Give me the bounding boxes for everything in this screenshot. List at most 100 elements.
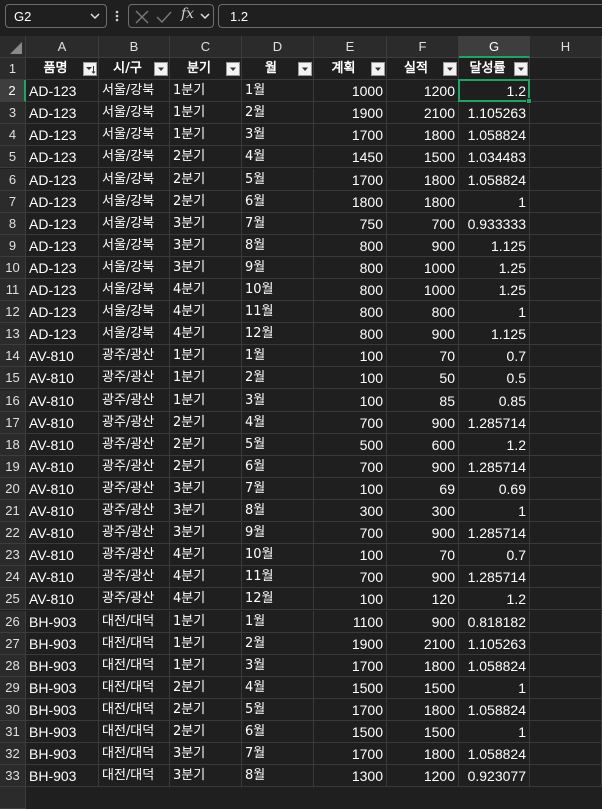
table-cell[interactable]: 1450 bbox=[314, 146, 387, 169]
table-cell[interactable]: 12월 bbox=[242, 323, 314, 346]
table-cell[interactable]: 광주/광산 bbox=[99, 544, 170, 567]
table-cell[interactable]: 800 bbox=[314, 323, 387, 346]
column-header-f[interactable]: F bbox=[387, 36, 459, 58]
table-cell[interactable]: 500 bbox=[314, 433, 387, 456]
table-cell[interactable]: 광주/광산 bbox=[99, 455, 170, 478]
table-cell[interactable]: 서울/강북 bbox=[99, 146, 170, 169]
table-cell[interactable]: 100 bbox=[314, 477, 387, 500]
table-cell[interactable]: 7월 bbox=[242, 743, 314, 766]
filter-dropdown-icon[interactable] bbox=[226, 62, 240, 76]
table-cell[interactable]: 0.7 bbox=[459, 345, 530, 368]
table-cell[interactable]: 서울/강북 bbox=[99, 323, 170, 346]
table-cell[interactable]: 8월 bbox=[242, 500, 314, 523]
table-cell[interactable]: 광주/광산 bbox=[99, 411, 170, 434]
table-cell[interactable]: 6월 bbox=[242, 455, 314, 478]
row-header-23[interactable]: 23 bbox=[0, 544, 26, 567]
table-cell[interactable]: 700 bbox=[314, 522, 387, 545]
table-cell[interactable]: 1 bbox=[459, 301, 530, 324]
table-cell[interactable]: BH-903 bbox=[26, 676, 99, 699]
table-cell[interactable]: 광주/광산 bbox=[99, 433, 170, 456]
table-cell[interactable]: 70 bbox=[387, 544, 459, 567]
table-cell[interactable]: 3분기 bbox=[170, 256, 242, 279]
table-cell[interactable]: 3월 bbox=[242, 389, 314, 412]
table-cell[interactable]: 서울/강북 bbox=[99, 256, 170, 279]
table-cell[interactable]: 서울/강북 bbox=[99, 301, 170, 324]
table-cell[interactable]: 서울/강북 bbox=[99, 124, 170, 147]
table-cell[interactable]: AV-810 bbox=[26, 500, 99, 523]
cancel-icon[interactable] bbox=[133, 8, 151, 30]
table-cell[interactable]: 서울/강북 bbox=[99, 190, 170, 213]
row-header-8[interactable]: 8 bbox=[0, 212, 26, 235]
select-all-corner[interactable] bbox=[0, 36, 26, 58]
table-cell[interactable]: 1500 bbox=[314, 721, 387, 744]
table-cell[interactable]: 800 bbox=[314, 234, 387, 257]
table-cell[interactable]: 대전/대덕 bbox=[99, 632, 170, 655]
table-cell[interactable]: 3분기 bbox=[170, 765, 242, 788]
column-header-g[interactable]: G bbox=[459, 36, 530, 58]
table-cell[interactable]: 1700 bbox=[314, 654, 387, 677]
table-cell[interactable]: 1800 bbox=[387, 743, 459, 766]
table-cell[interactable]: BH-903 bbox=[26, 765, 99, 788]
table-cell[interactable]: 1000 bbox=[387, 279, 459, 302]
table-cell[interactable]: 3분기 bbox=[170, 477, 242, 500]
table-cell[interactable]: 광주/광산 bbox=[99, 477, 170, 500]
table-cell[interactable]: 대전/대덕 bbox=[99, 610, 170, 633]
row-header-31[interactable]: 31 bbox=[0, 721, 26, 744]
filter-dropdown-icon[interactable] bbox=[443, 62, 457, 76]
row-header-26[interactable]: 26 bbox=[0, 610, 26, 633]
table-cell[interactable]: 1900 bbox=[314, 632, 387, 655]
table-cell[interactable]: 900 bbox=[387, 610, 459, 633]
table-cell[interactable]: 1500 bbox=[314, 676, 387, 699]
table-cell[interactable]: 서울/강북 bbox=[99, 234, 170, 257]
row-header-30[interactable]: 30 bbox=[0, 698, 26, 721]
column-header-h[interactable]: H bbox=[530, 36, 602, 58]
table-cell[interactable]: 2100 bbox=[387, 102, 459, 125]
row-header-12[interactable]: 12 bbox=[0, 301, 26, 324]
table-cell[interactable]: 5월 bbox=[242, 433, 314, 456]
table-cell[interactable]: 1800 bbox=[387, 190, 459, 213]
row-header-19[interactable]: 19 bbox=[0, 455, 26, 478]
empty-cell[interactable] bbox=[530, 102, 602, 125]
table-cell[interactable]: 800 bbox=[387, 301, 459, 324]
table-cell[interactable]: 1900 bbox=[314, 102, 387, 125]
table-cell[interactable]: 4분기 bbox=[170, 279, 242, 302]
table-cell[interactable]: 서울/강북 bbox=[99, 80, 170, 103]
table-cell[interactable]: 1월 bbox=[242, 345, 314, 368]
function-icon[interactable]: fx bbox=[181, 6, 194, 22]
empty-cell[interactable] bbox=[530, 477, 602, 500]
filter-dropdown-icon[interactable] bbox=[298, 62, 312, 76]
table-cell[interactable]: 1700 bbox=[314, 168, 387, 191]
row-header-9[interactable]: 9 bbox=[0, 234, 26, 257]
table-cell[interactable]: AV-810 bbox=[26, 367, 99, 390]
table-cell[interactable]: 1700 bbox=[314, 698, 387, 721]
table-cell[interactable]: 1분기 bbox=[170, 389, 242, 412]
table-cell[interactable]: 3월 bbox=[242, 124, 314, 147]
empty-cell[interactable] bbox=[530, 256, 602, 279]
chevron-down-icon[interactable] bbox=[199, 8, 211, 28]
table-cell[interactable]: 광주/광산 bbox=[99, 588, 170, 611]
table-cell[interactable]: 1분기 bbox=[170, 367, 242, 390]
table-cell[interactable]: 대전/대덕 bbox=[99, 654, 170, 677]
table-cell[interactable]: 1.058824 bbox=[459, 168, 530, 191]
row-header-22[interactable]: 22 bbox=[0, 522, 26, 545]
table-cell[interactable]: 12월 bbox=[242, 588, 314, 611]
table-cell[interactable]: AD-123 bbox=[26, 190, 99, 213]
empty-cell[interactable] bbox=[530, 367, 602, 390]
table-cell[interactable]: AD-123 bbox=[26, 212, 99, 235]
empty-cell[interactable] bbox=[530, 168, 602, 191]
table-cell[interactable]: AV-810 bbox=[26, 389, 99, 412]
table-cell[interactable]: 대전/대덕 bbox=[99, 765, 170, 788]
table-cell[interactable]: 9월 bbox=[242, 522, 314, 545]
table-cell[interactable]: 1200 bbox=[387, 765, 459, 788]
enter-icon[interactable] bbox=[155, 8, 173, 30]
table-cell[interactable]: AV-810 bbox=[26, 411, 99, 434]
table-cell[interactable]: 2월 bbox=[242, 367, 314, 390]
table-cell[interactable]: 0.818182 bbox=[459, 610, 530, 633]
table-cell[interactable]: 4월 bbox=[242, 146, 314, 169]
table-cell[interactable]: AV-810 bbox=[26, 345, 99, 368]
table-cell[interactable]: 서울/강북 bbox=[99, 168, 170, 191]
empty-cell[interactable] bbox=[530, 698, 602, 721]
more-vertical-icon[interactable] bbox=[114, 7, 120, 25]
table-cell[interactable]: 1.285714 bbox=[459, 411, 530, 434]
table-cell[interactable]: 2분기 bbox=[170, 146, 242, 169]
